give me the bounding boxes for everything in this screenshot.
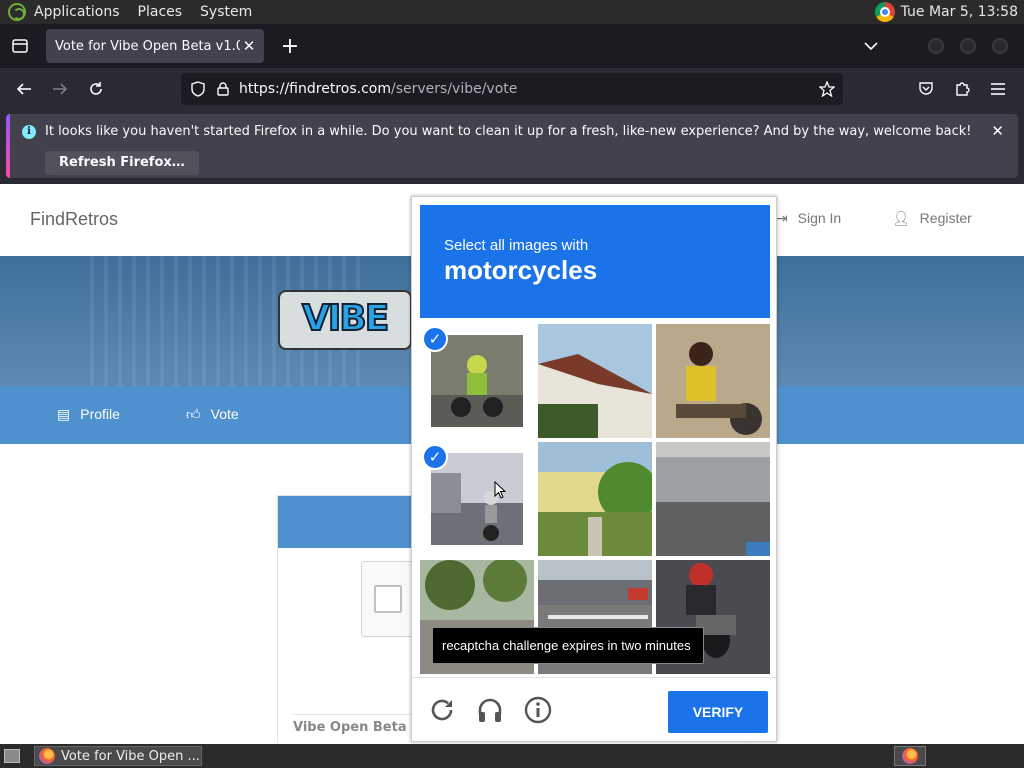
bottom-taskbar: Vote for Vibe Open ... [0, 744, 1024, 768]
app-menu-button[interactable] [980, 73, 1016, 105]
audio-challenge-button[interactable] [476, 696, 506, 726]
firefox-icon [39, 748, 55, 764]
reload-button[interactable] [78, 73, 114, 105]
site-brand[interactable]: FindRetros [30, 209, 118, 230]
selected-check-icon: ✓ [422, 444, 448, 470]
tile-image [656, 442, 770, 556]
url-host: https://findretros.com [239, 81, 391, 97]
register-label: Register [919, 210, 972, 226]
taskbar-app-label: Vote for Vibe Open ... [61, 748, 200, 764]
menu-applications[interactable]: Applications [34, 4, 120, 20]
close-notification-icon[interactable]: ✕ [991, 122, 1004, 140]
shield-icon[interactable] [191, 81, 205, 97]
minimize-button[interactable] [928, 38, 944, 54]
forward-button[interactable] [42, 73, 78, 105]
clock[interactable]: Tue Mar 5, 13:58 [901, 4, 1018, 20]
nav-profile-label: Profile [80, 406, 120, 422]
menu-places[interactable]: Places [138, 4, 183, 20]
tile-image [656, 324, 770, 438]
sign-in-link[interactable]: ⇥ Sign In [776, 210, 841, 227]
reload-icon [431, 699, 453, 721]
refresh-firefox-notification: i It looks like you haven't started Fire… [6, 114, 1018, 178]
firefox-icon [902, 748, 918, 764]
refresh-firefox-button[interactable]: Refresh Firefox… [45, 151, 199, 175]
arrow-left-icon [16, 83, 31, 95]
info-icon: i [22, 125, 36, 139]
workspace-switcher[interactable] [894, 746, 926, 766]
server-logo: VIBE [278, 290, 412, 350]
star-bookmark-icon[interactable] [819, 81, 835, 97]
server-logo-text: VIBE [301, 297, 390, 340]
nav-profile[interactable]: ▤ Profile [57, 406, 120, 423]
tab-active[interactable]: Vote for Vibe Open Beta v1.0 - F ✕ [46, 29, 264, 63]
tab-strip: Vote for Vibe Open Beta v1.0 - F ✕ + [0, 24, 1024, 68]
tile-image [431, 335, 523, 427]
show-desktop-icon[interactable] [4, 749, 20, 763]
captcha-tile-5[interactable] [538, 442, 652, 556]
navigation-toolbar: https://findretros.com/servers/vibe/vote [0, 68, 1024, 110]
tile-image [538, 324, 652, 438]
captcha-tile-1[interactable]: ✓ [420, 324, 534, 438]
register-link[interactable]: 👤︎ Register [892, 210, 972, 227]
close-window-button[interactable] [992, 38, 1008, 54]
notification-message: It looks like you haven't started Firefo… [45, 124, 972, 139]
pocket-icon [919, 82, 933, 95]
headphones-icon [478, 698, 502, 722]
tab-title: Vote for Vibe Open Beta v1.0 - F [55, 38, 245, 54]
puzzle-icon [956, 82, 970, 96]
selected-check-icon: ✓ [422, 326, 448, 352]
maximize-button[interactable] [960, 38, 976, 54]
verify-button[interactable]: VERIFY [668, 691, 768, 733]
challenge-target: motorcycles [444, 255, 598, 285]
list-all-tabs-button[interactable] [0, 24, 40, 68]
info-icon [524, 696, 552, 724]
chevron-down-icon[interactable] [864, 38, 878, 54]
url-bar[interactable]: https://findretros.com/servers/vibe/vote [181, 73, 843, 105]
lock-icon[interactable] [217, 82, 229, 96]
pocket-button[interactable] [908, 73, 944, 105]
tile-image [431, 453, 523, 545]
challenge-prompt: Select all images with [444, 237, 589, 254]
captcha-tile-6[interactable] [656, 442, 770, 556]
help-button[interactable] [524, 696, 554, 726]
arrow-right-icon [53, 83, 68, 95]
hamburger-menu-icon [991, 83, 1005, 95]
id-card-icon: ▤ [57, 406, 71, 422]
sign-in-label: Sign In [797, 210, 842, 226]
extensions-button[interactable] [944, 73, 980, 105]
reload-icon [90, 82, 102, 95]
tile-image [538, 442, 652, 556]
recaptcha-checkbox[interactable] [374, 585, 402, 613]
captcha-tile-3[interactable] [656, 324, 770, 438]
chrome-icon[interactable] [874, 2, 895, 22]
nav-vote[interactable]: 👍︎ Vote [186, 406, 239, 423]
url-text[interactable]: https://findretros.com/servers/vibe/vote [239, 81, 517, 97]
url-path: /servers/vibe/vote [390, 81, 518, 97]
system-top-panel: Applications Places System Tue Mar 5, 13… [0, 0, 1024, 24]
mouse-cursor-icon [494, 481, 506, 499]
new-tab-button[interactable]: + [272, 28, 308, 64]
challenge-header: Select all images with motorcycles [420, 205, 770, 318]
expiry-tooltip: recaptcha challenge expires in two minut… [432, 627, 704, 664]
back-button[interactable] [6, 73, 42, 105]
taskbar-firefox-window[interactable]: Vote for Vibe Open ... [34, 746, 202, 766]
captcha-tile-4[interactable]: ✓ [420, 442, 534, 556]
user-icon: 👤︎ [892, 210, 910, 226]
tab-close-icon[interactable]: ✕ [240, 37, 258, 55]
menu-system[interactable]: System [200, 4, 252, 20]
sign-in-icon: ⇥ [776, 210, 788, 226]
distro-logo-icon[interactable] [8, 3, 26, 21]
challenge-footer: VERIFY [412, 677, 776, 741]
nav-vote-label: Vote [210, 406, 239, 422]
thumbs-up-icon: 👍︎ [186, 406, 201, 422]
reload-challenge-button[interactable] [428, 696, 458, 726]
tab-list-icon [12, 39, 28, 53]
captcha-tile-2[interactable] [538, 324, 652, 438]
